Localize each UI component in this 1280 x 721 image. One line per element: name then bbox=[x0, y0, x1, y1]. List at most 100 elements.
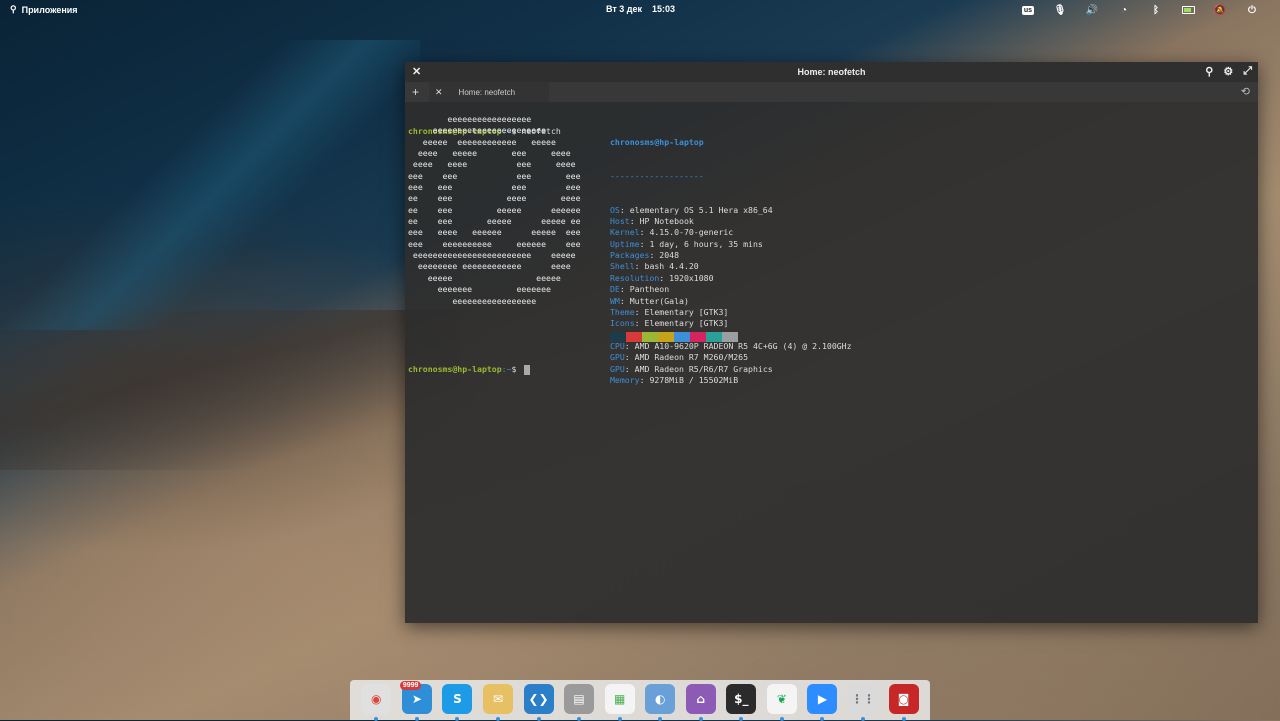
logo-line: eee eeeeeeeeee eeeeee eee bbox=[408, 238, 581, 249]
date-label: Вт 3 дек bbox=[606, 4, 643, 14]
info-line: WM: Mutter(Gala) bbox=[610, 295, 689, 306]
info-key: Packages bbox=[610, 250, 650, 261]
logo-line: eeeee eeeeeeeeeeee eeeee bbox=[408, 136, 556, 147]
gear-icon[interactable]: ⚙ bbox=[1223, 65, 1233, 78]
info-line: Icons: Elementary [GTK3] bbox=[610, 318, 729, 329]
info-line: CPU: AMD A10-9620P RADEON R5 4C+6G (4) @… bbox=[610, 340, 852, 351]
mongodb-compass-icon[interactable]: ❦ bbox=[766, 684, 797, 721]
color-swatch bbox=[642, 332, 658, 342]
search-icon[interactable]: ⚲ bbox=[1205, 65, 1213, 78]
battery-icon[interactable] bbox=[1172, 3, 1204, 17]
mail-icon[interactable]: ✉ bbox=[482, 684, 513, 721]
power-icon[interactable]: ⏻ bbox=[1236, 3, 1268, 17]
info-key: Icons bbox=[610, 318, 635, 329]
running-indicator bbox=[455, 717, 460, 721]
logo-line: eee eee eee eee bbox=[408, 182, 581, 193]
window-title: Home: neofetch bbox=[797, 67, 866, 77]
logo-line: eeeeeeeeeeeeeeeeeeeeeeee eeeee bbox=[408, 250, 576, 261]
logo-line: eeeeeee eeeeeee bbox=[408, 284, 551, 295]
prompt-line: chronosms@hp-laptop:~$ bbox=[408, 364, 531, 375]
applications-label: Приложения bbox=[21, 4, 78, 15]
running-indicator bbox=[901, 717, 906, 721]
maximize-icon[interactable]: ⤢ bbox=[1243, 65, 1252, 78]
titlebar[interactable]: ✕ Home: neofetch ⚲ ⚙ ⤢ bbox=[405, 62, 1258, 82]
running-indicator bbox=[658, 717, 663, 721]
color-swatch bbox=[610, 332, 626, 342]
settings-icon[interactable]: ◐ bbox=[645, 684, 676, 721]
info-value: AMD A10-9620P RADEON R5 4C+6G (4) @ 2.10… bbox=[634, 340, 852, 351]
info-value: Pantheon bbox=[629, 284, 670, 295]
separator: ------------------- bbox=[610, 170, 704, 181]
terminal-window: ✕ Home: neofetch ⚲ ⚙ ⤢ + ✕ Home: neofetc… bbox=[405, 62, 1258, 623]
zoom-icon[interactable]: ▶ bbox=[807, 684, 838, 721]
screen-recorder-icon[interactable]: ◙ bbox=[888, 684, 919, 721]
color-swatch bbox=[626, 332, 642, 342]
info-key: CPU bbox=[610, 340, 625, 351]
tab-bar: + ✕ Home: neofetch ⟲ bbox=[405, 82, 1258, 102]
info-value: elementary OS 5.1 Hera x86_64 bbox=[629, 204, 773, 215]
info-value: 1920x1080 bbox=[669, 272, 714, 283]
running-indicator bbox=[820, 717, 825, 721]
skype-icon[interactable]: S bbox=[442, 684, 473, 721]
info-value: HP Notebook bbox=[639, 216, 694, 227]
running-indicator bbox=[698, 717, 703, 721]
time-label: 15:03 bbox=[652, 4, 676, 14]
info-key: DE bbox=[610, 284, 620, 295]
clock[interactable]: Вт 3 дек 15:03 bbox=[606, 4, 675, 14]
color-swatch bbox=[658, 332, 674, 342]
running-indicator bbox=[617, 717, 622, 721]
appcenter-icon[interactable]: ⌂ bbox=[685, 684, 716, 721]
terminal-output[interactable]: chronosms@hp-laptop:~$ neofetch eeeeeeee… bbox=[408, 103, 1258, 623]
system-tray: us 🎙 🔊 ◔ ᛒ 🔕 ⏻ bbox=[1012, 3, 1268, 17]
info-line: Shell: bash 4.4.20 bbox=[610, 261, 699, 272]
bluetooth-icon[interactable]: ᛒ bbox=[1140, 3, 1172, 17]
color-swatch bbox=[690, 332, 706, 342]
text-cursor bbox=[524, 364, 531, 375]
logo-line: eeeeeeeeeeeeeeeee bbox=[408, 114, 532, 124]
info-key: Theme bbox=[610, 306, 635, 317]
system-info: chronosms@hp-laptop ------------------- … bbox=[610, 114, 852, 409]
new-tab-icon[interactable]: + bbox=[412, 85, 419, 99]
info-line: GPU: AMD Radeon R7 M260/M265 bbox=[610, 352, 749, 363]
vscode-icon[interactable]: ❮❯ bbox=[523, 684, 554, 721]
files-icon[interactable]: ▤ bbox=[564, 684, 595, 721]
microphone-icon[interactable]: 🎙 bbox=[1044, 3, 1076, 17]
running-indicator bbox=[577, 717, 582, 721]
history-icon[interactable]: ⟲ bbox=[1241, 85, 1250, 98]
workspaces-icon[interactable]: ⋮⋮ bbox=[848, 684, 879, 721]
info-line: DE: Pantheon bbox=[610, 284, 670, 295]
wallpaper-coast bbox=[0, 40, 420, 330]
close-tab-icon[interactable]: ✕ bbox=[435, 87, 443, 98]
terminal-icon[interactable]: $_ bbox=[726, 684, 757, 721]
info-value: AMD Radeon R5/R6/R7 Graphics bbox=[634, 363, 773, 374]
tab-home-neofetch[interactable]: ✕ Home: neofetch bbox=[429, 82, 549, 102]
logo-line: eee eeee eeeeee eeeee eee bbox=[408, 227, 581, 238]
info-value: bash 4.4.20 bbox=[644, 261, 699, 272]
logo-line: eeeee eeeee bbox=[408, 272, 561, 283]
info-value: 9278MiB / 15502MiB bbox=[649, 374, 739, 385]
notifications-icon[interactable]: 🔕 bbox=[1204, 3, 1236, 17]
logo-line: eeeeeeee eeeeeeeeeeee eeee bbox=[408, 261, 571, 272]
chrome-icon[interactable]: ◉ bbox=[361, 684, 392, 721]
info-line: Kernel: 4.15.0-70-generic bbox=[610, 227, 734, 238]
calendar-icon[interactable]: ▦ bbox=[604, 684, 635, 721]
applications-menu-button[interactable]: ⚲ Приложения bbox=[10, 4, 78, 15]
info-value: 1 day, 6 hours, 35 mins bbox=[649, 238, 763, 249]
info-value: Mutter(Gala) bbox=[629, 295, 689, 306]
wifi-icon[interactable]: ◔ bbox=[1108, 3, 1140, 17]
info-key: WM bbox=[610, 295, 620, 306]
info-value: Elementary [GTK3] bbox=[644, 318, 729, 329]
info-line: Host: HP Notebook bbox=[610, 216, 694, 227]
info-value: 2048 bbox=[659, 250, 680, 261]
running-indicator bbox=[739, 717, 744, 721]
keyboard-layout-icon[interactable]: us bbox=[1012, 3, 1044, 17]
tab-label: Home: neofetch bbox=[458, 87, 516, 97]
running-indicator bbox=[536, 717, 541, 721]
telegram-icon[interactable]: ➤ 9999 bbox=[399, 681, 432, 721]
info-line: OS: elementary OS 5.1 Hera x86_64 bbox=[610, 204, 773, 215]
volume-icon[interactable]: 🔊 bbox=[1076, 3, 1108, 17]
info-line: Resolution: 1920x1080 bbox=[610, 272, 714, 283]
info-key: Kernel bbox=[610, 227, 640, 238]
dock: ◉ ➤ 9999 S ✉ ❮❯ ▤ ▦ ◐ ⌂ $_ ❦ ▶ ⋮⋮ ◙ bbox=[350, 680, 930, 721]
info-key: Host bbox=[610, 216, 630, 227]
